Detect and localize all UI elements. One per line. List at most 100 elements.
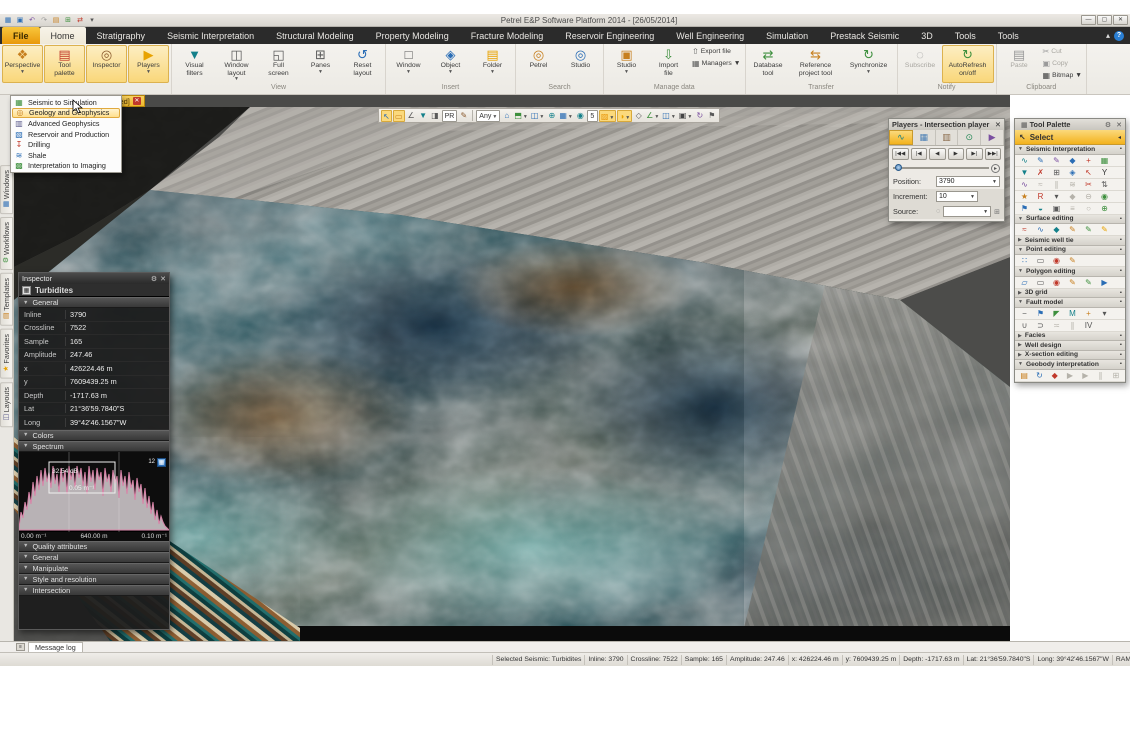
ribbon-tab-home[interactable]: Home (40, 27, 86, 44)
palette-tool-icon[interactable]: ∥ (1093, 370, 1107, 381)
pin-icon[interactable]: ▪ (1120, 146, 1122, 152)
first-frame-button[interactable]: |◀◀ (892, 148, 909, 160)
polyline-tool-icon[interactable]: ∠▼ (645, 110, 660, 122)
inspector-row-value[interactable]: 7522 (65, 323, 169, 332)
reference-project-tool-button[interactable]: ⇆Reference project tool (790, 45, 842, 83)
qat-dropdown-icon[interactable]: ▾ (87, 16, 97, 25)
palette-tool-icon[interactable]: ▼ (1017, 167, 1032, 178)
grid-player-tab[interactable]: ▦ (913, 130, 936, 145)
close-icon[interactable]: ✕ (160, 275, 166, 283)
section-header-general[interactable]: ▼General (19, 552, 169, 563)
palette-tool-icon[interactable]: ▦ (1097, 155, 1112, 166)
palette-section-geobody-interpretation[interactable]: ▼Geobody interpretation▪ (1015, 360, 1125, 370)
intersection-player-tab[interactable]: ∿ (889, 130, 913, 145)
palette-tool-icon[interactable]: ⚑ (1017, 203, 1032, 214)
ribbon-tab-3d[interactable]: 3D (910, 27, 944, 44)
position-slider[interactable] (893, 167, 989, 169)
palette-tool-icon[interactable]: ✗ (1033, 167, 1048, 178)
section-header-colors[interactable]: ▼ Colors (19, 430, 169, 441)
home-view-icon[interactable]: ⌂ (501, 110, 512, 122)
ribbon-tab-tools[interactable]: Tools (944, 27, 987, 44)
menu-item-interpretation-to-imaging[interactable]: ▩Interpretation to Imaging (12, 161, 120, 172)
section-header-general[interactable]: ▼ General (19, 297, 169, 308)
contrast-color-icon[interactable]: ◑▼ (617, 110, 632, 122)
palette-tool-icon[interactable]: ⊕ (1097, 203, 1112, 214)
palette-tool-icon[interactable]: ◆ (1065, 155, 1080, 166)
message-log-tab[interactable]: Message log (28, 642, 83, 652)
select-tool-header[interactable]: ↖ Select ◂ (1015, 130, 1125, 145)
close-button[interactable]: ✕ (1113, 15, 1128, 25)
grid-view-icon[interactable]: ▦▼ (558, 110, 574, 122)
palette-tool-icon[interactable]: ▱ (1017, 277, 1032, 288)
palette-tool-icon[interactable]: ⊃ (1033, 320, 1048, 331)
loop-icon[interactable]: ▸ (991, 164, 1000, 173)
reset-layout-button[interactable]: ↺Reset layout (342, 45, 383, 83)
palette-tool-icon[interactable]: ◉ (1049, 255, 1064, 266)
pin-icon[interactable]: ▪ (1120, 352, 1122, 358)
copy-button[interactable]: ▣Copy (1041, 58, 1084, 69)
palette-section-3d-grid[interactable]: ▶3D grid▪ (1015, 289, 1125, 299)
collapse-ribbon-icon[interactable]: ▴ (1106, 31, 1110, 40)
slider-knob[interactable] (895, 164, 902, 171)
players-button[interactable]: ▶Players▼ (128, 45, 169, 83)
pin-icon[interactable]: ▪ (1120, 361, 1122, 367)
pr-annotation-icon[interactable]: PR (442, 110, 458, 122)
ribbon-tab-property-modeling[interactable]: Property Modeling (365, 27, 460, 44)
perspective-button[interactable]: ❖Perspective▼ (2, 45, 43, 83)
source-extra-icon[interactable]: ⊞ (994, 208, 1000, 216)
palette-tool-icon[interactable]: ≈ (1017, 224, 1032, 235)
palette-tool-icon[interactable]: ⊖ (1081, 191, 1096, 202)
maximize-button[interactable]: ▢ (1097, 15, 1112, 25)
palette-section-fault-model[interactable]: ▼Fault model▪ (1015, 298, 1125, 308)
redo-icon[interactable]: ↷ (39, 16, 49, 25)
fill-color-icon[interactable]: ▨▼ (599, 110, 617, 122)
pin-icon[interactable]: ⚑ (706, 110, 717, 122)
inspector-row-value[interactable]: 165 (65, 337, 169, 346)
visual-filter-icon[interactable]: ▼ (418, 110, 429, 122)
palette-tool-icon[interactable]: ∿ (1017, 155, 1032, 166)
palette-tool-icon[interactable]: ✎ (1097, 224, 1112, 235)
view-top-icon[interactable]: ⬒▼ (513, 110, 529, 122)
palette-section-seismic-well-tie[interactable]: ▶Seismic well tie▪ (1015, 236, 1125, 246)
document-tab-close-icon[interactable]: ✕ (133, 97, 141, 105)
petrel-search-button[interactable]: ◎Petrel (518, 45, 559, 83)
palette-tool-icon[interactable]: ≋ (1065, 179, 1080, 190)
pin-icon[interactable]: ▪ (1120, 299, 1122, 305)
split-window-icon[interactable]: ◫▼ (661, 110, 677, 122)
palette-tool-icon[interactable]: ★ (1017, 191, 1032, 202)
ribbon-tab-stratigraphy[interactable]: Stratigraphy (86, 27, 157, 44)
palette-tool-icon[interactable]: ◤ (1049, 308, 1064, 319)
palette-tool-icon[interactable]: ⇅ (1097, 179, 1112, 190)
cut-button[interactable]: ✂Cut (1041, 46, 1084, 57)
prev-step-button[interactable]: |◀ (911, 148, 928, 160)
inspector-row-value[interactable]: 426224.46 m (65, 364, 169, 373)
palette-tool-icon[interactable]: ✎ (1065, 277, 1080, 288)
palette-tool-icon[interactable]: ⊞ (1109, 370, 1123, 381)
bitmap-button[interactable]: ▦Bitmap▼ (1041, 70, 1084, 81)
palette-tool-icon[interactable]: ∿ (1017, 179, 1032, 190)
palette-tool-icon[interactable]: ◆ (1048, 370, 1062, 381)
export-file-button[interactable]: ⇧Export file (690, 46, 743, 57)
autorefresh-button[interactable]: ↻AutoRefresh on/off (942, 45, 994, 83)
pin-icon[interactable]: ▪ (1120, 342, 1122, 348)
palette-tool-icon[interactable]: ✎ (1065, 255, 1080, 266)
object-button[interactable]: ◈Object▼ (430, 45, 471, 83)
pin-icon[interactable]: ▪ (1120, 268, 1122, 274)
section-header-spectrum[interactable]: ▼ Spectrum (19, 441, 169, 452)
gear-icon[interactable]: ⚙ (151, 275, 157, 283)
next-frame-button[interactable]: ▶ (948, 148, 965, 160)
next-step-button[interactable]: ▶| (966, 148, 983, 160)
palette-tool-icon[interactable]: ✂ (1081, 179, 1096, 190)
palette-tool-icon[interactable]: ◒ (1033, 203, 1048, 214)
palette-tool-icon[interactable]: + (1081, 308, 1096, 319)
inspector-row-value[interactable]: 21°36'59.7840"S (65, 404, 169, 413)
source-link-icon[interactable]: ◌ (936, 208, 940, 215)
palette-tool-icon[interactable]: ◉ (1049, 277, 1064, 288)
window-button[interactable]: □Window▼ (388, 45, 429, 83)
paste-button[interactable]: ▤Paste (999, 45, 1040, 83)
synchronize-button[interactable]: ↻Synchronize▼ (843, 45, 895, 83)
palette-tool-icon[interactable]: ≍ (1049, 320, 1064, 331)
pin-icon[interactable]: ▪ (1120, 237, 1122, 243)
palette-tool-icon[interactable]: ▾ (1097, 308, 1112, 319)
inspector-row-value[interactable]: 247.46 (65, 350, 169, 359)
